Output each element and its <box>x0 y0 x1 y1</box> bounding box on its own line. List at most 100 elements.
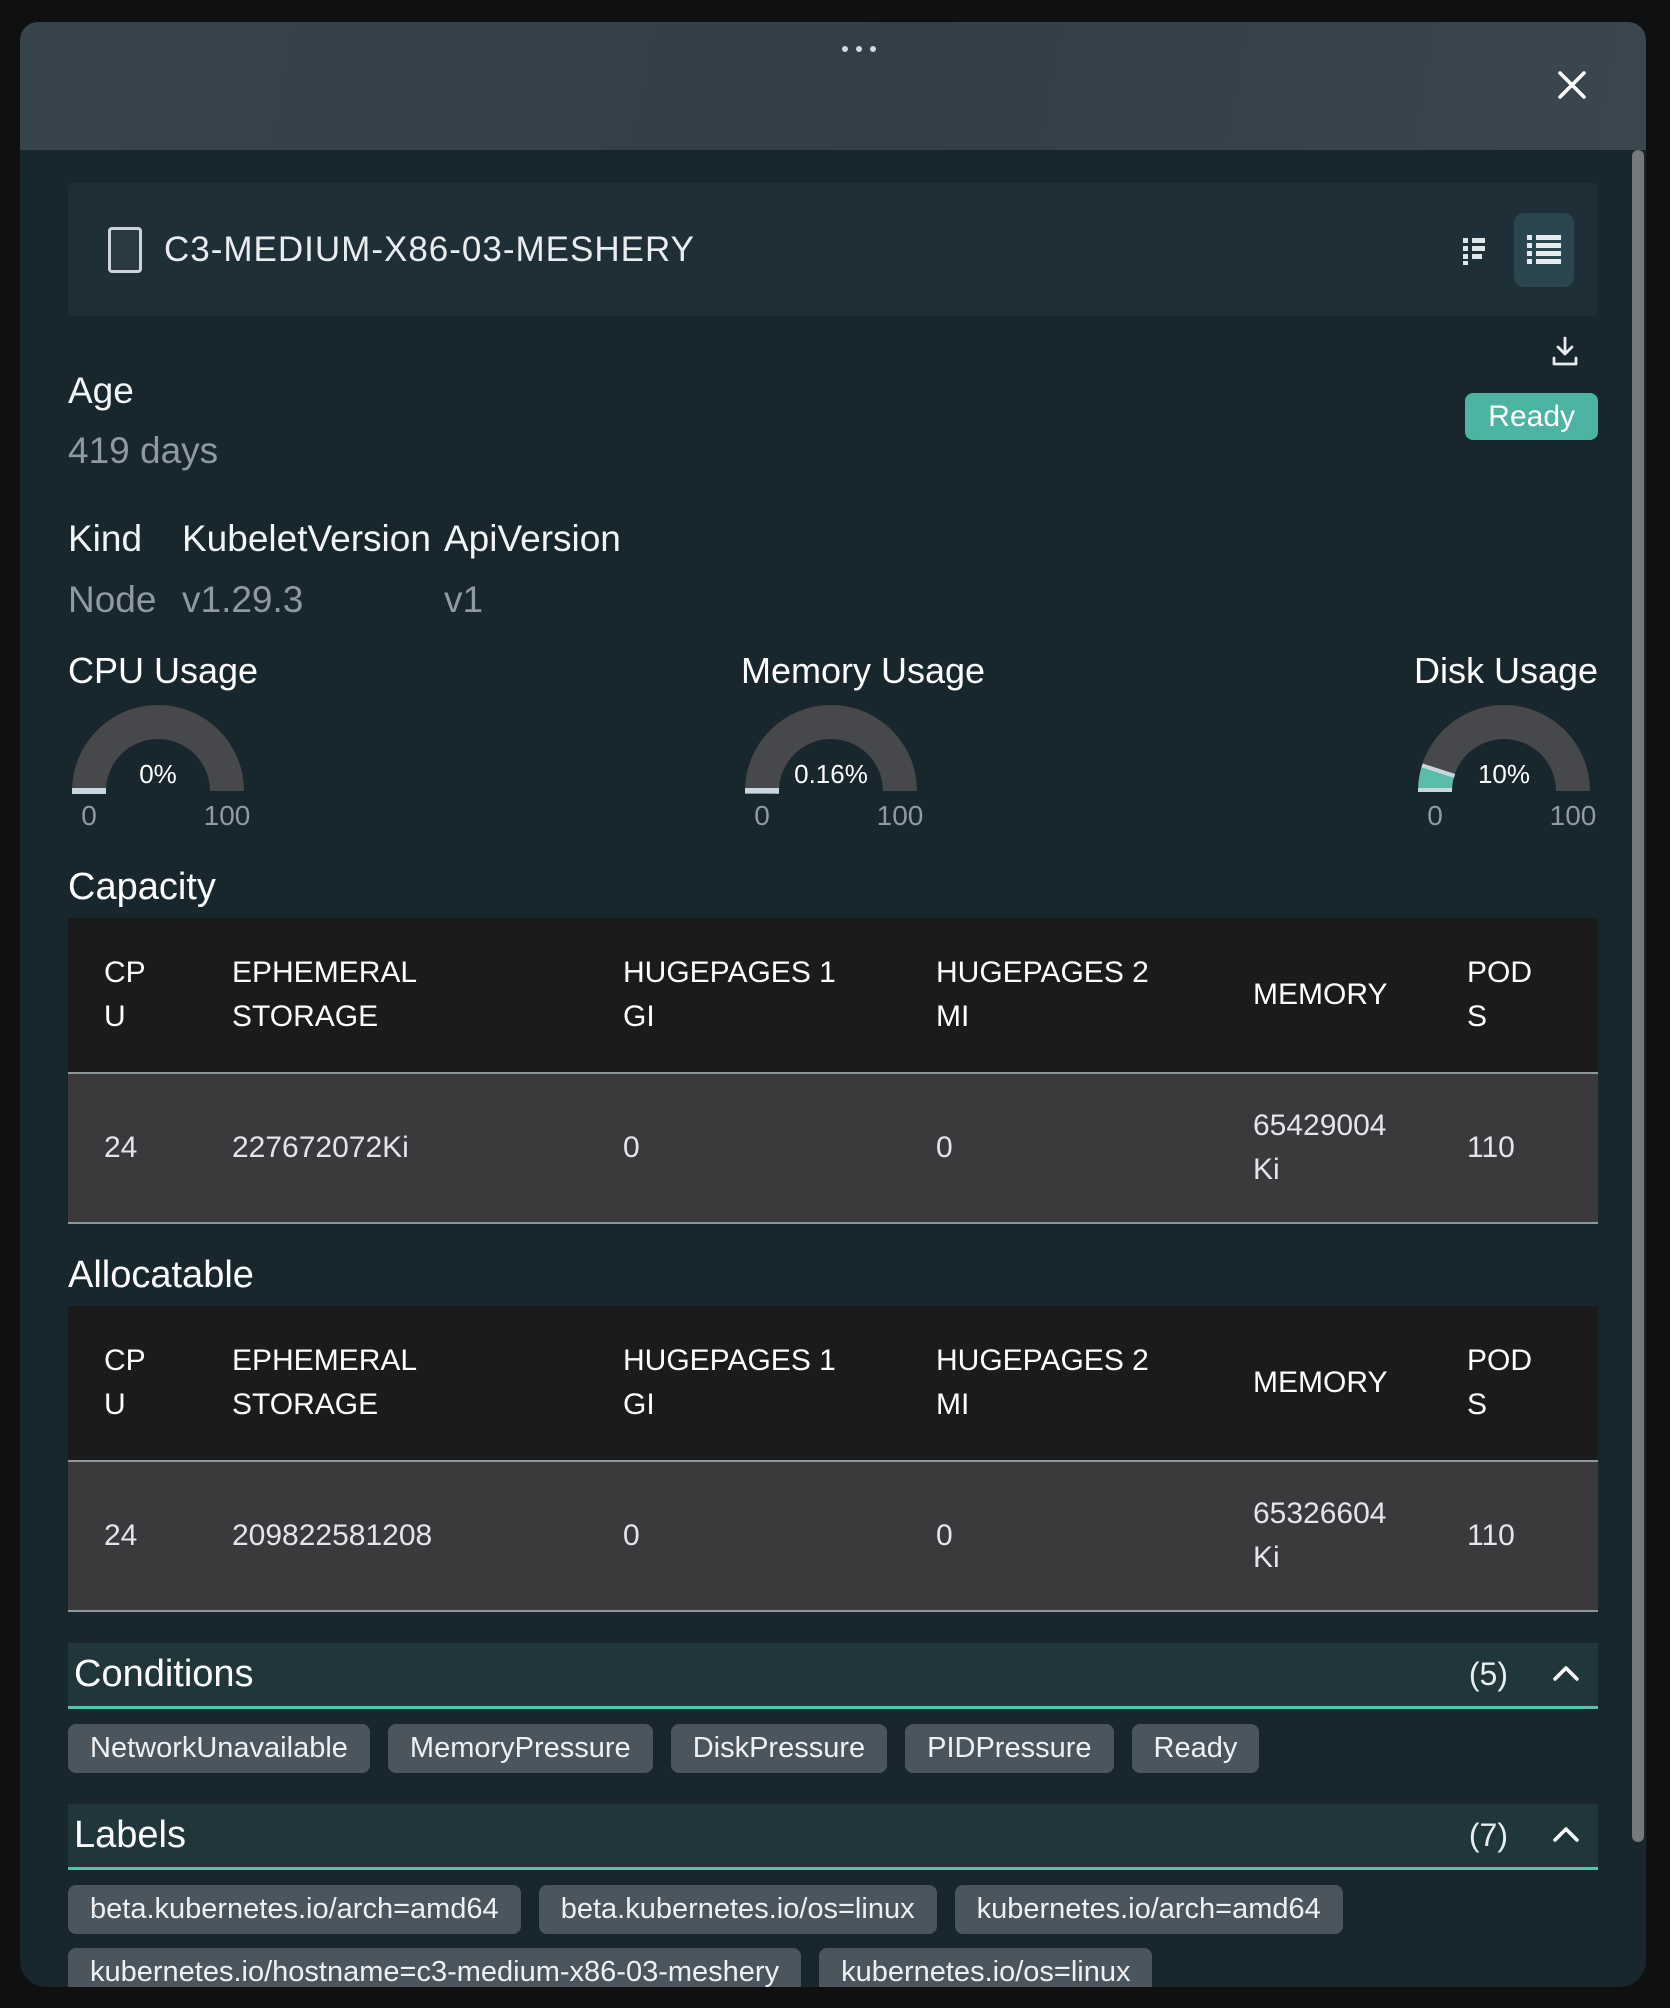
column-header: MEMORY <box>1253 973 1387 1017</box>
condition-chip: Ready <box>1132 1724 1260 1773</box>
node-title-card: C3-MEDIUM-X86-03-MESHERY <box>68 183 1598 316</box>
column-header: PODS <box>1467 951 1537 1039</box>
column-header: MEMORY <box>1253 1361 1387 1405</box>
condition-chip: DiskPressure <box>671 1724 887 1773</box>
cell-value: 227672072Ki <box>232 1126 409 1170</box>
field-label: KubeletVersion <box>182 517 444 561</box>
labels-section-header[interactable]: Labels (7) <box>68 1804 1598 1870</box>
labels-chip-list: beta.kubernetes.io/arch=amd64 beta.kuber… <box>68 1885 1598 1987</box>
cell-value: 110 <box>1467 1514 1515 1558</box>
gauge-max: 100 <box>877 800 924 832</box>
cell-value: 0 <box>623 1514 640 1558</box>
node-checkbox[interactable] <box>108 227 142 273</box>
gauge-title: CPU Usage <box>68 649 248 693</box>
table-header-row: CPU EPHEMERAL STORAGE HUGEPAGES 1 GI HUG… <box>68 918 1598 1073</box>
field-value: v1 <box>444 578 621 622</box>
collapse-labels-button[interactable] <box>1548 1822 1584 1850</box>
modal-header <box>20 22 1646 150</box>
condition-chip: MemoryPressure <box>388 1724 653 1773</box>
label-chip: kubernetes.io/os=linux <box>819 1948 1152 1987</box>
node-details-modal: C3-MEDIUM-X86-03-MESHERY <box>20 22 1646 1987</box>
labels-count: (7) <box>1469 1817 1508 1854</box>
usage-gauges: CPU Usage 0% 0 100 Memory Usage 0.16% <box>68 649 1598 836</box>
status-badge: Ready <box>1465 393 1598 440</box>
list-view-icon <box>1527 235 1561 265</box>
label-chip: kubernetes.io/arch=amd64 <box>955 1885 1343 1934</box>
cpu-usage-gauge: CPU Usage 0% 0 100 <box>68 649 248 836</box>
allocatable-title: Allocatable <box>68 1252 1598 1298</box>
label-chip: beta.kubernetes.io/arch=amd64 <box>68 1885 521 1934</box>
capacity-table: CPU EPHEMERAL STORAGE HUGEPAGES 1 GI HUG… <box>68 918 1598 1224</box>
close-icon <box>1554 67 1590 103</box>
gauge-min: 0 <box>81 800 97 832</box>
chevron-up-icon <box>1552 1665 1580 1682</box>
column-header: HUGEPAGES 2 MI <box>936 1339 1181 1427</box>
gauge-arc: 10% <box>1418 705 1590 792</box>
cell-value: 24 <box>104 1514 137 1558</box>
column-header: CPU <box>104 951 149 1039</box>
label-chip: kubernetes.io/hostname=c3-medium-x86-03-… <box>68 1948 801 1987</box>
cell-value: 209822581208 <box>232 1514 432 1558</box>
table-row: 24 227672072Ki 0 0 65429004Ki 110 <box>68 1073 1598 1223</box>
field-value: Node <box>68 578 182 622</box>
gauge-title: Memory Usage <box>741 649 921 693</box>
conditions-section-header[interactable]: Conditions (5) <box>68 1643 1598 1709</box>
gauge-min: 0 <box>754 800 770 832</box>
disk-usage-gauge: Disk Usage 10% 0 100 <box>1414 649 1594 836</box>
cell-value: 110 <box>1467 1126 1515 1170</box>
table-row: 24 209822581208 0 0 65326604Ki 110 <box>68 1461 1598 1611</box>
collapse-conditions-button[interactable] <box>1548 1661 1584 1689</box>
cell-value: 0 <box>623 1126 640 1170</box>
node-overview: Age 419 days Kind Node KubeletVersion v1… <box>68 369 1598 622</box>
age-label: Age <box>68 369 1598 413</box>
cell-value: 65429004Ki <box>1253 1104 1395 1192</box>
gauge-value: 10% <box>1418 759 1590 790</box>
gauge-arc: 0% <box>72 705 244 792</box>
field-kind: Kind Node <box>68 517 182 622</box>
cell-value: 24 <box>104 1126 137 1170</box>
column-header: EPHEMERAL STORAGE <box>232 1339 551 1427</box>
conditions-title: Conditions <box>74 1653 1469 1696</box>
condensed-list-icon <box>1463 235 1485 265</box>
download-icon <box>1549 334 1581 370</box>
gauge-max: 100 <box>1550 800 1597 832</box>
close-button[interactable] <box>1552 66 1592 106</box>
column-header: PODS <box>1467 1339 1537 1427</box>
field-label: Kind <box>68 517 182 561</box>
gauge-value: 0% <box>72 759 244 790</box>
condition-chip: PIDPressure <box>905 1724 1113 1773</box>
table-header-row: CPU EPHEMERAL STORAGE HUGEPAGES 1 GI HUG… <box>68 1306 1598 1461</box>
conditions-count: (5) <box>1469 1656 1508 1693</box>
gauge-max: 100 <box>204 800 251 832</box>
field-api-version: ApiVersion v1 <box>444 517 621 622</box>
label-chip: beta.kubernetes.io/os=linux <box>539 1885 937 1934</box>
cell-value: 0 <box>936 1514 953 1558</box>
memory-usage-gauge: Memory Usage 0.16% 0 100 <box>741 649 921 836</box>
column-header: CPU <box>104 1339 149 1427</box>
column-header: HUGEPAGES 1 GI <box>623 951 864 1039</box>
condition-chip: NetworkUnavailable <box>68 1724 370 1773</box>
allocatable-table: CPU EPHEMERAL STORAGE HUGEPAGES 1 GI HUG… <box>68 1306 1598 1612</box>
download-button[interactable] <box>1544 331 1586 375</box>
field-value: v1.29.3 <box>182 578 444 622</box>
column-header: HUGEPAGES 2 MI <box>936 951 1181 1039</box>
condensed-view-button[interactable] <box>1452 226 1496 274</box>
conditions-chip-list: NetworkUnavailable MemoryPressure DiskPr… <box>68 1724 1598 1773</box>
column-header: EPHEMERAL STORAGE <box>232 951 551 1039</box>
scrollbar-thumb[interactable] <box>1632 150 1644 1842</box>
field-label: ApiVersion <box>444 517 621 561</box>
cell-value: 0 <box>936 1126 953 1170</box>
gauge-title: Disk Usage <box>1414 649 1594 693</box>
drag-handle-dots[interactable] <box>842 46 876 52</box>
column-header: HUGEPAGES 1 GI <box>623 1339 864 1427</box>
cell-value: 65326604Ki <box>1253 1492 1395 1580</box>
gauge-value: 0.16% <box>745 759 917 790</box>
list-view-button[interactable] <box>1514 213 1574 287</box>
gauge-arc: 0.16% <box>745 705 917 792</box>
age-value: 419 days <box>68 429 1598 473</box>
chevron-up-icon <box>1552 1826 1580 1843</box>
gauge-min: 0 <box>1427 800 1443 832</box>
labels-title: Labels <box>74 1814 1469 1857</box>
field-kubelet-version: KubeletVersion v1.29.3 <box>182 517 444 622</box>
node-title: C3-MEDIUM-X86-03-MESHERY <box>164 230 695 270</box>
